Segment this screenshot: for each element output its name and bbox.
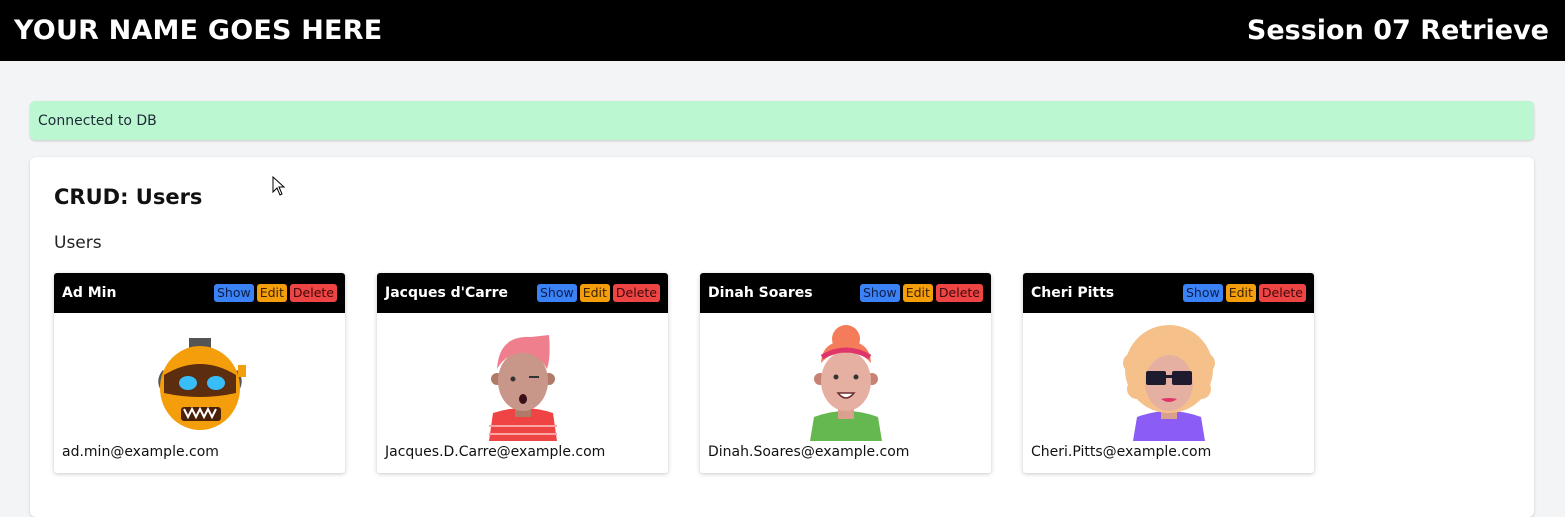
avatar xyxy=(1023,313,1314,441)
user-email: Cheri.Pitts@example.com xyxy=(1031,444,1212,460)
show-button[interactable]: Show xyxy=(213,284,254,302)
user-card-actions: Show Edit Delete xyxy=(536,284,660,302)
avatar xyxy=(54,313,345,441)
show-button[interactable]: Show xyxy=(536,284,577,302)
edit-button[interactable]: Edit xyxy=(256,284,287,302)
user-card-header: Ad Min Show Edit Delete xyxy=(54,273,345,313)
user-card: Dinah Soares Show Edit Delete Dinah.Soar… xyxy=(700,273,991,473)
avatar xyxy=(377,313,668,441)
user-card-actions: Show Edit Delete xyxy=(1182,284,1306,302)
old-man-pink-hair-avatar-icon xyxy=(488,335,557,441)
top-navbar: YOUR NAME GOES HERE Session 07 Retrieve xyxy=(0,0,1565,61)
delete-button[interactable]: Delete xyxy=(289,284,337,302)
avatar xyxy=(700,313,991,441)
user-card-header: Cheri Pitts Show Edit Delete xyxy=(1023,273,1314,313)
user-email: ad.min@example.com xyxy=(62,444,219,460)
user-card-header: Jacques d'Carre Show Edit Delete xyxy=(377,273,668,313)
site-brand[interactable]: YOUR NAME GOES HERE xyxy=(14,15,382,46)
edit-button[interactable]: Edit xyxy=(579,284,610,302)
user-email: Dinah.Soares@example.com xyxy=(708,444,910,460)
user-card-header: Dinah Soares Show Edit Delete xyxy=(700,273,991,313)
user-name: Ad Min xyxy=(62,285,117,301)
edit-button[interactable]: Edit xyxy=(1225,284,1256,302)
user-name: Jacques d'Carre xyxy=(385,285,508,301)
edit-button[interactable]: Edit xyxy=(902,284,933,302)
robot-avatar-icon xyxy=(157,338,246,430)
woman-curly-hair-sunglasses-avatar-icon xyxy=(1122,325,1215,441)
session-title: Session 07 Retrieve xyxy=(1246,15,1549,46)
connection-alert: Connected to DB xyxy=(30,101,1534,140)
user-card-actions: Show Edit Delete xyxy=(859,284,983,302)
user-card: Cheri Pitts Show Edit Delete Cheri.Pitts… xyxy=(1023,273,1314,473)
delete-button[interactable]: Delete xyxy=(1258,284,1306,302)
user-name: Cheri Pitts xyxy=(1031,285,1115,301)
section-title: Users xyxy=(54,233,102,253)
woman-red-hair-avatar-icon xyxy=(809,325,882,441)
user-card: Jacques d'Carre Show Edit Delete Jacques… xyxy=(377,273,668,473)
show-button[interactable]: Show xyxy=(1182,284,1223,302)
user-card-actions: Show Edit Delete xyxy=(213,284,337,302)
show-button[interactable]: Show xyxy=(859,284,900,302)
user-card: Ad Min Show Edit Delete ad.min@example.c… xyxy=(54,273,345,473)
page-title: CRUD: Users xyxy=(54,185,203,209)
mouse-cursor-icon xyxy=(272,176,286,196)
delete-button[interactable]: Delete xyxy=(612,284,660,302)
user-name: Dinah Soares xyxy=(708,285,813,301)
delete-button[interactable]: Delete xyxy=(935,284,983,302)
user-email: Jacques.D.Carre@example.com xyxy=(385,444,606,460)
crud-panel: CRUD: Users Users Ad Min Show Edit Delet… xyxy=(30,157,1534,517)
